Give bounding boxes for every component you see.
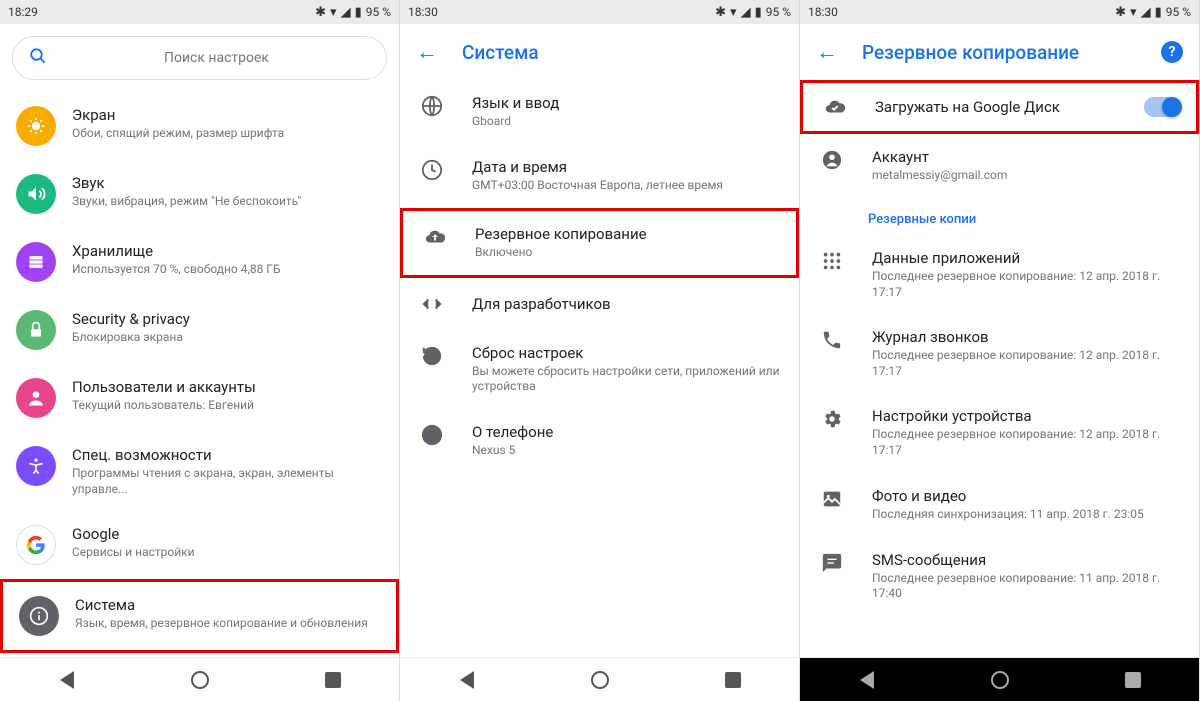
clock-icon: [420, 158, 444, 182]
settings-item-security[interactable]: Security & privacyБлокировка экрана: [0, 296, 399, 364]
system-list: Язык и вводGboard Дата и времяGMT+03:00 …: [400, 80, 799, 657]
status-time: 18:30: [408, 5, 438, 19]
back-button[interactable]: ←: [416, 39, 438, 65]
battery-icon: ▮: [1155, 5, 1162, 20]
system-item-datetime[interactable]: Дата и времяGMT+03:00 Восточная Европа, …: [400, 144, 799, 208]
gear-icon: [820, 407, 844, 431]
settings-item-display[interactable]: ЭкранОбои, спящий режим, размер шрифта: [0, 92, 399, 160]
header: ← Резервное копирование ?: [800, 24, 1199, 80]
status-bar: 18:30 ✱ ▾ ◢ ▮ 95 %: [400, 0, 799, 24]
sound-icon: [16, 174, 56, 214]
cloud-done-icon: [823, 95, 847, 119]
account-icon: [820, 148, 844, 172]
wifi-icon: ▾: [1130, 5, 1137, 20]
settings-item-google[interactable]: GoogleСервисы и настройки: [0, 511, 399, 579]
back-button[interactable]: ←: [816, 39, 838, 65]
status-time: 18:29: [8, 5, 38, 19]
settings-item-system[interactable]: СистемаЯзык, время, резервное копировани…: [0, 579, 399, 653]
signal-icon: ◢: [741, 5, 751, 20]
lock-icon: [16, 310, 56, 350]
page-title: Резервное копирование: [862, 41, 1079, 64]
battery-percent: 95 %: [366, 5, 391, 19]
settings-item-users[interactable]: Пользователи и аккаунтыТекущий пользоват…: [0, 364, 399, 432]
cloud-upload-icon: [423, 225, 447, 249]
nav-home-button[interactable]: [990, 670, 1010, 690]
code-icon: [420, 292, 444, 316]
help-icon[interactable]: ?: [1161, 41, 1183, 63]
system-item-reset[interactable]: Сброс настроекВы можете сбросить настрой…: [400, 330, 799, 409]
phone-icon: [820, 328, 844, 352]
google-icon: [16, 525, 56, 565]
search-input[interactable]: Поиск настроек: [12, 36, 387, 80]
battery-icon: ▮: [355, 5, 362, 20]
status-time: 18:30: [808, 5, 838, 19]
bluetooth-icon: ✱: [1115, 5, 1126, 20]
nav-recent-button[interactable]: [1123, 670, 1143, 690]
nav-bar: [400, 657, 799, 701]
wifi-icon: ▾: [330, 5, 337, 20]
backup-item-apps[interactable]: Данные приложенийПоследнее резервное коп…: [800, 235, 1199, 314]
bluetooth-icon: ✱: [715, 5, 726, 20]
settings-item-storage[interactable]: ХранилищеИспользуется 70 %, свободно 4,8…: [0, 228, 399, 296]
signal-icon: ◢: [1141, 5, 1151, 20]
system-item-backup[interactable]: Резервное копированиеВключено: [400, 208, 799, 278]
display-icon: [16, 106, 56, 146]
accessibility-icon: [16, 446, 56, 486]
users-icon: [16, 378, 56, 418]
backup-item-calls[interactable]: Журнал звонковПоследнее резервное копиро…: [800, 314, 1199, 393]
nav-recent-button[interactable]: [723, 670, 743, 690]
header: ← Система: [400, 24, 799, 80]
backup-toggle[interactable]: [1144, 97, 1180, 117]
image-icon: [820, 487, 844, 511]
backup-item-photos[interactable]: Фото и видеоПоследняя синхронизация: 11 …: [800, 473, 1199, 537]
search-icon: [29, 47, 47, 69]
settings-item-sound[interactable]: ЗвукЗвуки, вибрация, режим "Не беспокоит…: [0, 160, 399, 228]
nav-home-button[interactable]: [190, 670, 210, 690]
settings-main-screen: 18:29 ✱ ▾ ◢ ▮ 95 % Поиск настроек ЭкранО…: [0, 0, 400, 701]
battery-percent: 95 %: [1166, 5, 1191, 19]
backup-screen: 18:30 ✱ ▾ ◢ ▮ 95 % ← Резервное копирован…: [800, 0, 1200, 701]
system-screen: 18:30 ✱ ▾ ◢ ▮ 95 % ← Система Язык и ввод…: [400, 0, 800, 701]
battery-percent: 95 %: [766, 5, 791, 19]
backup-item-settings[interactable]: Настройки устройстваПоследнее резервное …: [800, 393, 1199, 472]
nav-bar: [0, 657, 399, 701]
status-bar: 18:29 ✱ ▾ ◢ ▮ 95 %: [0, 0, 399, 24]
restore-icon: [420, 344, 444, 368]
message-icon: [820, 551, 844, 575]
nav-bar: [800, 657, 1199, 701]
info-icon: [420, 423, 444, 447]
backup-list: Загружать на Google Диск Аккаунтmetalmes…: [800, 80, 1199, 657]
globe-icon: [420, 94, 444, 118]
system-item-developer[interactable]: Для разработчиков: [400, 278, 799, 330]
nav-recent-button[interactable]: [323, 670, 343, 690]
settings-item-accessibility[interactable]: Спец. возможностиПрограммы чтения с экра…: [0, 432, 399, 511]
page-title: Система: [462, 41, 539, 64]
battery-icon: ▮: [755, 5, 762, 20]
nav-back-button[interactable]: [457, 670, 477, 690]
bluetooth-icon: ✱: [315, 5, 326, 20]
apps-icon: [820, 249, 844, 273]
signal-icon: ◢: [341, 5, 351, 20]
status-bar: 18:30 ✱ ▾ ◢ ▮ 95 %: [800, 0, 1199, 24]
system-item-about[interactable]: О телефонеNexus 5: [400, 409, 799, 473]
search-placeholder: Поиск настроек: [63, 50, 370, 66]
nav-back-button[interactable]: [57, 670, 77, 690]
wifi-icon: ▾: [730, 5, 737, 20]
info-icon: [19, 596, 59, 636]
backup-toggle-item[interactable]: Загружать на Google Диск: [800, 80, 1199, 134]
storage-icon: [16, 242, 56, 282]
nav-back-button[interactable]: [857, 670, 877, 690]
settings-list: ЭкранОбои, спящий режим, размер шрифта З…: [0, 92, 399, 657]
system-item-language[interactable]: Язык и вводGboard: [400, 80, 799, 144]
backup-account-item[interactable]: Аккаунтmetalmessiy@gmail.com: [800, 134, 1199, 198]
nav-home-button[interactable]: [590, 670, 610, 690]
section-header: Резервные копии: [800, 198, 1199, 235]
backup-item-sms[interactable]: SMS-сообщенияПоследнее резервное копиров…: [800, 537, 1199, 616]
